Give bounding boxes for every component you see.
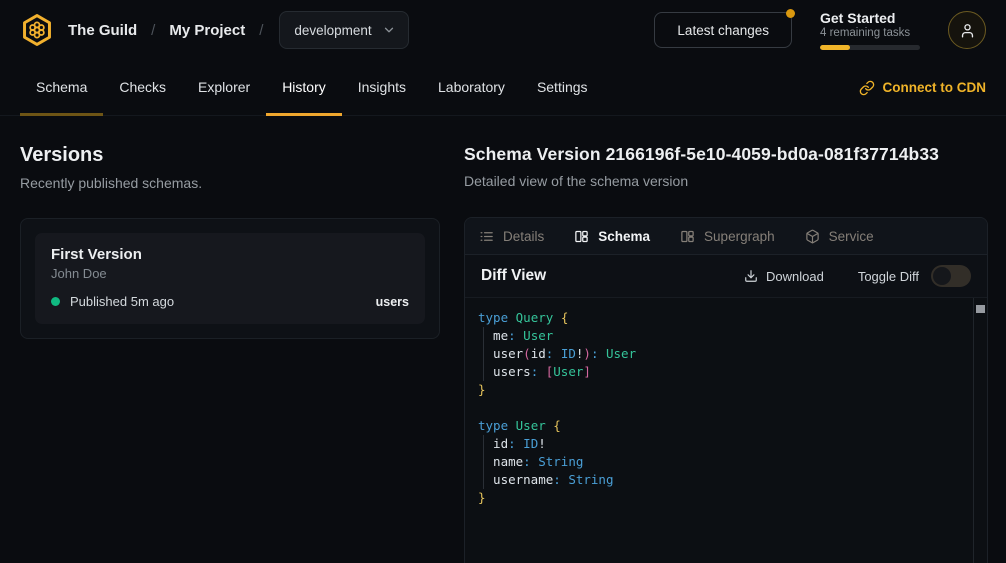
code-line: type User { bbox=[478, 417, 961, 435]
schema-version-detail: Schema Version 2166196f-5e10-4059-bd0a-0… bbox=[460, 116, 1006, 563]
tab-supergraph[interactable]: Supergraph bbox=[680, 229, 775, 244]
user-icon bbox=[959, 22, 976, 39]
breadcrumb-separator: / bbox=[259, 22, 263, 39]
get-started-subtitle: 4 remaining tasks bbox=[820, 27, 920, 39]
schema-code-viewer[interactable]: type Query { me: User user(id: ID!): Use… bbox=[465, 298, 987, 563]
scrollbar-thumb[interactable] bbox=[976, 305, 985, 313]
header: The Guild / My Project / development Lat… bbox=[0, 0, 1006, 60]
version-list-item[interactable]: First Version John Doe Published 5m ago … bbox=[35, 233, 425, 324]
schema-version-title: Schema Version 2166196f-5e10-4059-bd0a-0… bbox=[464, 144, 988, 165]
version-status-row: Published 5m ago users bbox=[51, 294, 409, 309]
download-button[interactable]: Download bbox=[744, 269, 824, 284]
tab-supergraph-label: Supergraph bbox=[704, 229, 775, 244]
tab-schema-label: Schema bbox=[598, 229, 650, 244]
schema-detail-panel: Details Schema bbox=[464, 217, 988, 563]
toggle-diff-switch[interactable] bbox=[931, 265, 971, 287]
scrollbar-track[interactable] bbox=[973, 298, 987, 563]
version-service-badge: users bbox=[376, 295, 409, 309]
toggle-diff-label: Toggle Diff bbox=[858, 269, 919, 284]
chevron-down-icon bbox=[382, 23, 396, 37]
user-avatar[interactable] bbox=[948, 11, 986, 49]
nav-tab-checks[interactable]: Checks bbox=[103, 60, 182, 116]
code-line: type Query { bbox=[478, 309, 961, 327]
tab-service[interactable]: Service bbox=[805, 229, 874, 244]
breadcrumb-org[interactable]: The Guild bbox=[68, 22, 137, 39]
version-status: Published 5m ago bbox=[70, 294, 174, 309]
target-select-dropdown[interactable]: development bbox=[279, 11, 408, 49]
code-line bbox=[478, 399, 961, 417]
download-icon bbox=[744, 269, 758, 283]
tab-details-label: Details bbox=[503, 229, 544, 244]
latest-changes-button[interactable]: Latest changes bbox=[654, 12, 792, 48]
detail-tab-bar: Details Schema bbox=[465, 218, 987, 255]
connect-to-cdn-link[interactable]: Connect to CDN bbox=[859, 60, 987, 115]
app-window: The Guild / My Project / development Lat… bbox=[0, 0, 1006, 563]
versions-list-card: First Version John Doe Published 5m ago … bbox=[20, 218, 440, 339]
notification-dot bbox=[786, 9, 795, 18]
breadcrumb-project[interactable]: My Project bbox=[169, 22, 245, 39]
breadcrumb-separator: / bbox=[151, 22, 155, 39]
connect-to-cdn-label: Connect to CDN bbox=[883, 80, 987, 95]
versions-subtitle: Recently published schemas. bbox=[20, 175, 440, 191]
box-icon bbox=[805, 229, 820, 244]
code-block: type Query { me: User user(id: ID!): Use… bbox=[465, 298, 987, 507]
toggle-diff-control: Toggle Diff bbox=[858, 265, 971, 287]
code-line: me: User bbox=[478, 327, 961, 345]
tab-schema[interactable]: Schema bbox=[574, 229, 650, 244]
diff-view-title: Diff View bbox=[481, 267, 546, 285]
toggle-knob bbox=[933, 267, 951, 285]
header-right: Latest changes Get Started 4 remaining t… bbox=[654, 10, 986, 50]
code-line: user(id: ID!): User bbox=[478, 345, 961, 363]
main-content: Versions Recently published schemas. Fir… bbox=[0, 116, 1006, 563]
nav-tab-insights[interactable]: Insights bbox=[342, 60, 422, 116]
schema-version-subtitle: Detailed view of the schema version bbox=[464, 173, 988, 189]
code-line: } bbox=[478, 381, 961, 399]
hive-logo-icon[interactable] bbox=[20, 13, 54, 47]
tab-details[interactable]: Details bbox=[479, 229, 544, 244]
code-line: name: String bbox=[478, 453, 961, 471]
code-line: } bbox=[478, 489, 961, 507]
tab-service-label: Service bbox=[829, 229, 874, 244]
nav-tab-history[interactable]: History bbox=[266, 60, 342, 116]
get-started-progress-fill bbox=[820, 45, 850, 50]
latest-changes-label: Latest changes bbox=[677, 23, 769, 38]
published-status-dot bbox=[51, 297, 60, 306]
get-started-title: Get Started bbox=[820, 10, 920, 26]
code-line: id: ID! bbox=[478, 435, 961, 453]
breadcrumb: The Guild / My Project / bbox=[68, 22, 263, 39]
link-icon bbox=[859, 80, 875, 96]
target-select-value: development bbox=[294, 23, 371, 38]
nav-tab-laboratory[interactable]: Laboratory bbox=[422, 60, 521, 116]
version-name: First Version bbox=[51, 246, 409, 263]
code-line: username: String bbox=[478, 471, 961, 489]
nav-tab-schema[interactable]: Schema bbox=[20, 60, 103, 116]
get-started-progress-bar bbox=[820, 45, 920, 50]
get-started-widget[interactable]: Get Started 4 remaining tasks bbox=[820, 10, 920, 50]
versions-title: Versions bbox=[20, 144, 440, 167]
columns-icon bbox=[574, 229, 589, 244]
code-line: users: [User] bbox=[478, 363, 961, 381]
nav-tab-settings[interactable]: Settings bbox=[521, 60, 604, 116]
download-label: Download bbox=[766, 269, 824, 284]
nav-tab-explorer[interactable]: Explorer bbox=[182, 60, 266, 116]
columns-icon bbox=[680, 229, 695, 244]
versions-panel: Versions Recently published schemas. Fir… bbox=[0, 116, 460, 563]
diff-view-header: Diff View Download Toggle Diff bbox=[465, 255, 987, 298]
primary-nav: Schema Checks Explorer History Insights … bbox=[0, 60, 1006, 116]
list-icon bbox=[479, 229, 494, 244]
version-author: John Doe bbox=[51, 266, 409, 281]
